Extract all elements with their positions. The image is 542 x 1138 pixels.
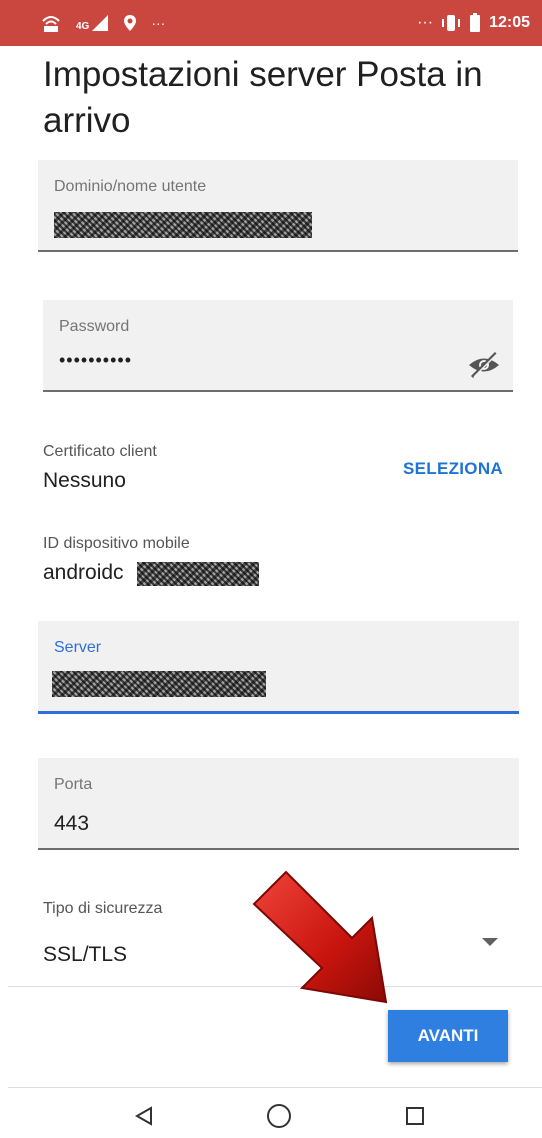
client-cert-value: Nessuno	[43, 469, 126, 492]
more-icon: ···	[417, 14, 434, 31]
port-label: Porta	[54, 776, 93, 793]
domain-username-label: Dominio/nome utente	[54, 178, 207, 195]
recents-icon	[406, 1107, 424, 1125]
home-icon	[267, 1104, 291, 1128]
red-arrow-annotation-icon	[252, 870, 388, 1004]
location-icon	[124, 15, 137, 31]
device-id-label: ID dispositivo mobile	[43, 535, 190, 552]
back-button[interactable]	[124, 1098, 164, 1134]
status-left-icons: 4G ···	[40, 12, 165, 34]
redacted-server	[52, 671, 266, 697]
vowifi-icon	[42, 16, 60, 32]
redacted-username	[54, 212, 312, 238]
next-button[interactable]: AVANTI	[388, 1010, 508, 1062]
server-label: Server	[54, 639, 102, 656]
status-right-icons: ··· 12:05	[417, 13, 530, 33]
signal-4g-icon: 4G	[76, 14, 109, 32]
home-button[interactable]	[259, 1098, 299, 1134]
redacted-device-id	[137, 562, 259, 586]
password-value: ••••••••••	[59, 350, 133, 370]
server-field[interactable]: Server	[38, 621, 519, 714]
battery-icon	[470, 13, 481, 32]
status-bar: 4G ··· ··· 12:05	[0, 0, 542, 46]
port-field[interactable]: Porta 443	[38, 758, 519, 850]
signal-label: 4G	[76, 21, 90, 32]
more-notifications-icon: ···	[151, 15, 166, 31]
password-label: Password	[59, 318, 130, 335]
security-type-value[interactable]: SSL/TLS	[43, 943, 127, 967]
port-value: 443	[54, 812, 90, 835]
clock: 12:05	[489, 14, 530, 31]
password-field[interactable]: Password ••••••••••	[43, 300, 513, 392]
recents-button[interactable]	[395, 1098, 435, 1134]
vibrate-icon	[442, 15, 461, 31]
dropdown-arrow-icon[interactable]	[482, 938, 498, 946]
page-title: Impostazioni server Posta in arrivo	[43, 55, 483, 140]
device-id-value: androidc	[43, 561, 124, 584]
back-icon	[134, 1106, 152, 1126]
select-cert-button[interactable]: SELEZIONA	[403, 459, 503, 479]
client-cert-label: Certificato client	[43, 443, 157, 460]
visibility-off-icon[interactable]	[467, 350, 501, 380]
navigation-bar	[0, 1090, 542, 1138]
security-type-label: Tipo di sicurezza	[43, 900, 163, 917]
domain-username-field[interactable]: Dominio/nome utente	[38, 160, 518, 252]
